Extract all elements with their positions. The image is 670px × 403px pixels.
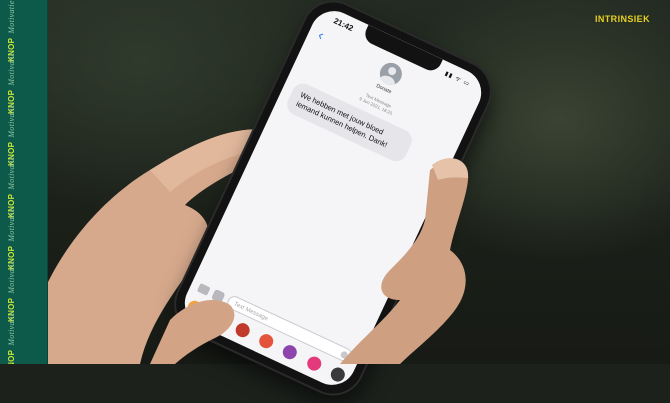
right-hand [340,161,469,364]
search-icon[interactable] [328,365,348,384]
right-fingertip [432,158,469,180]
left-fingers [150,300,235,364]
right-hand-layer [150,158,469,364]
